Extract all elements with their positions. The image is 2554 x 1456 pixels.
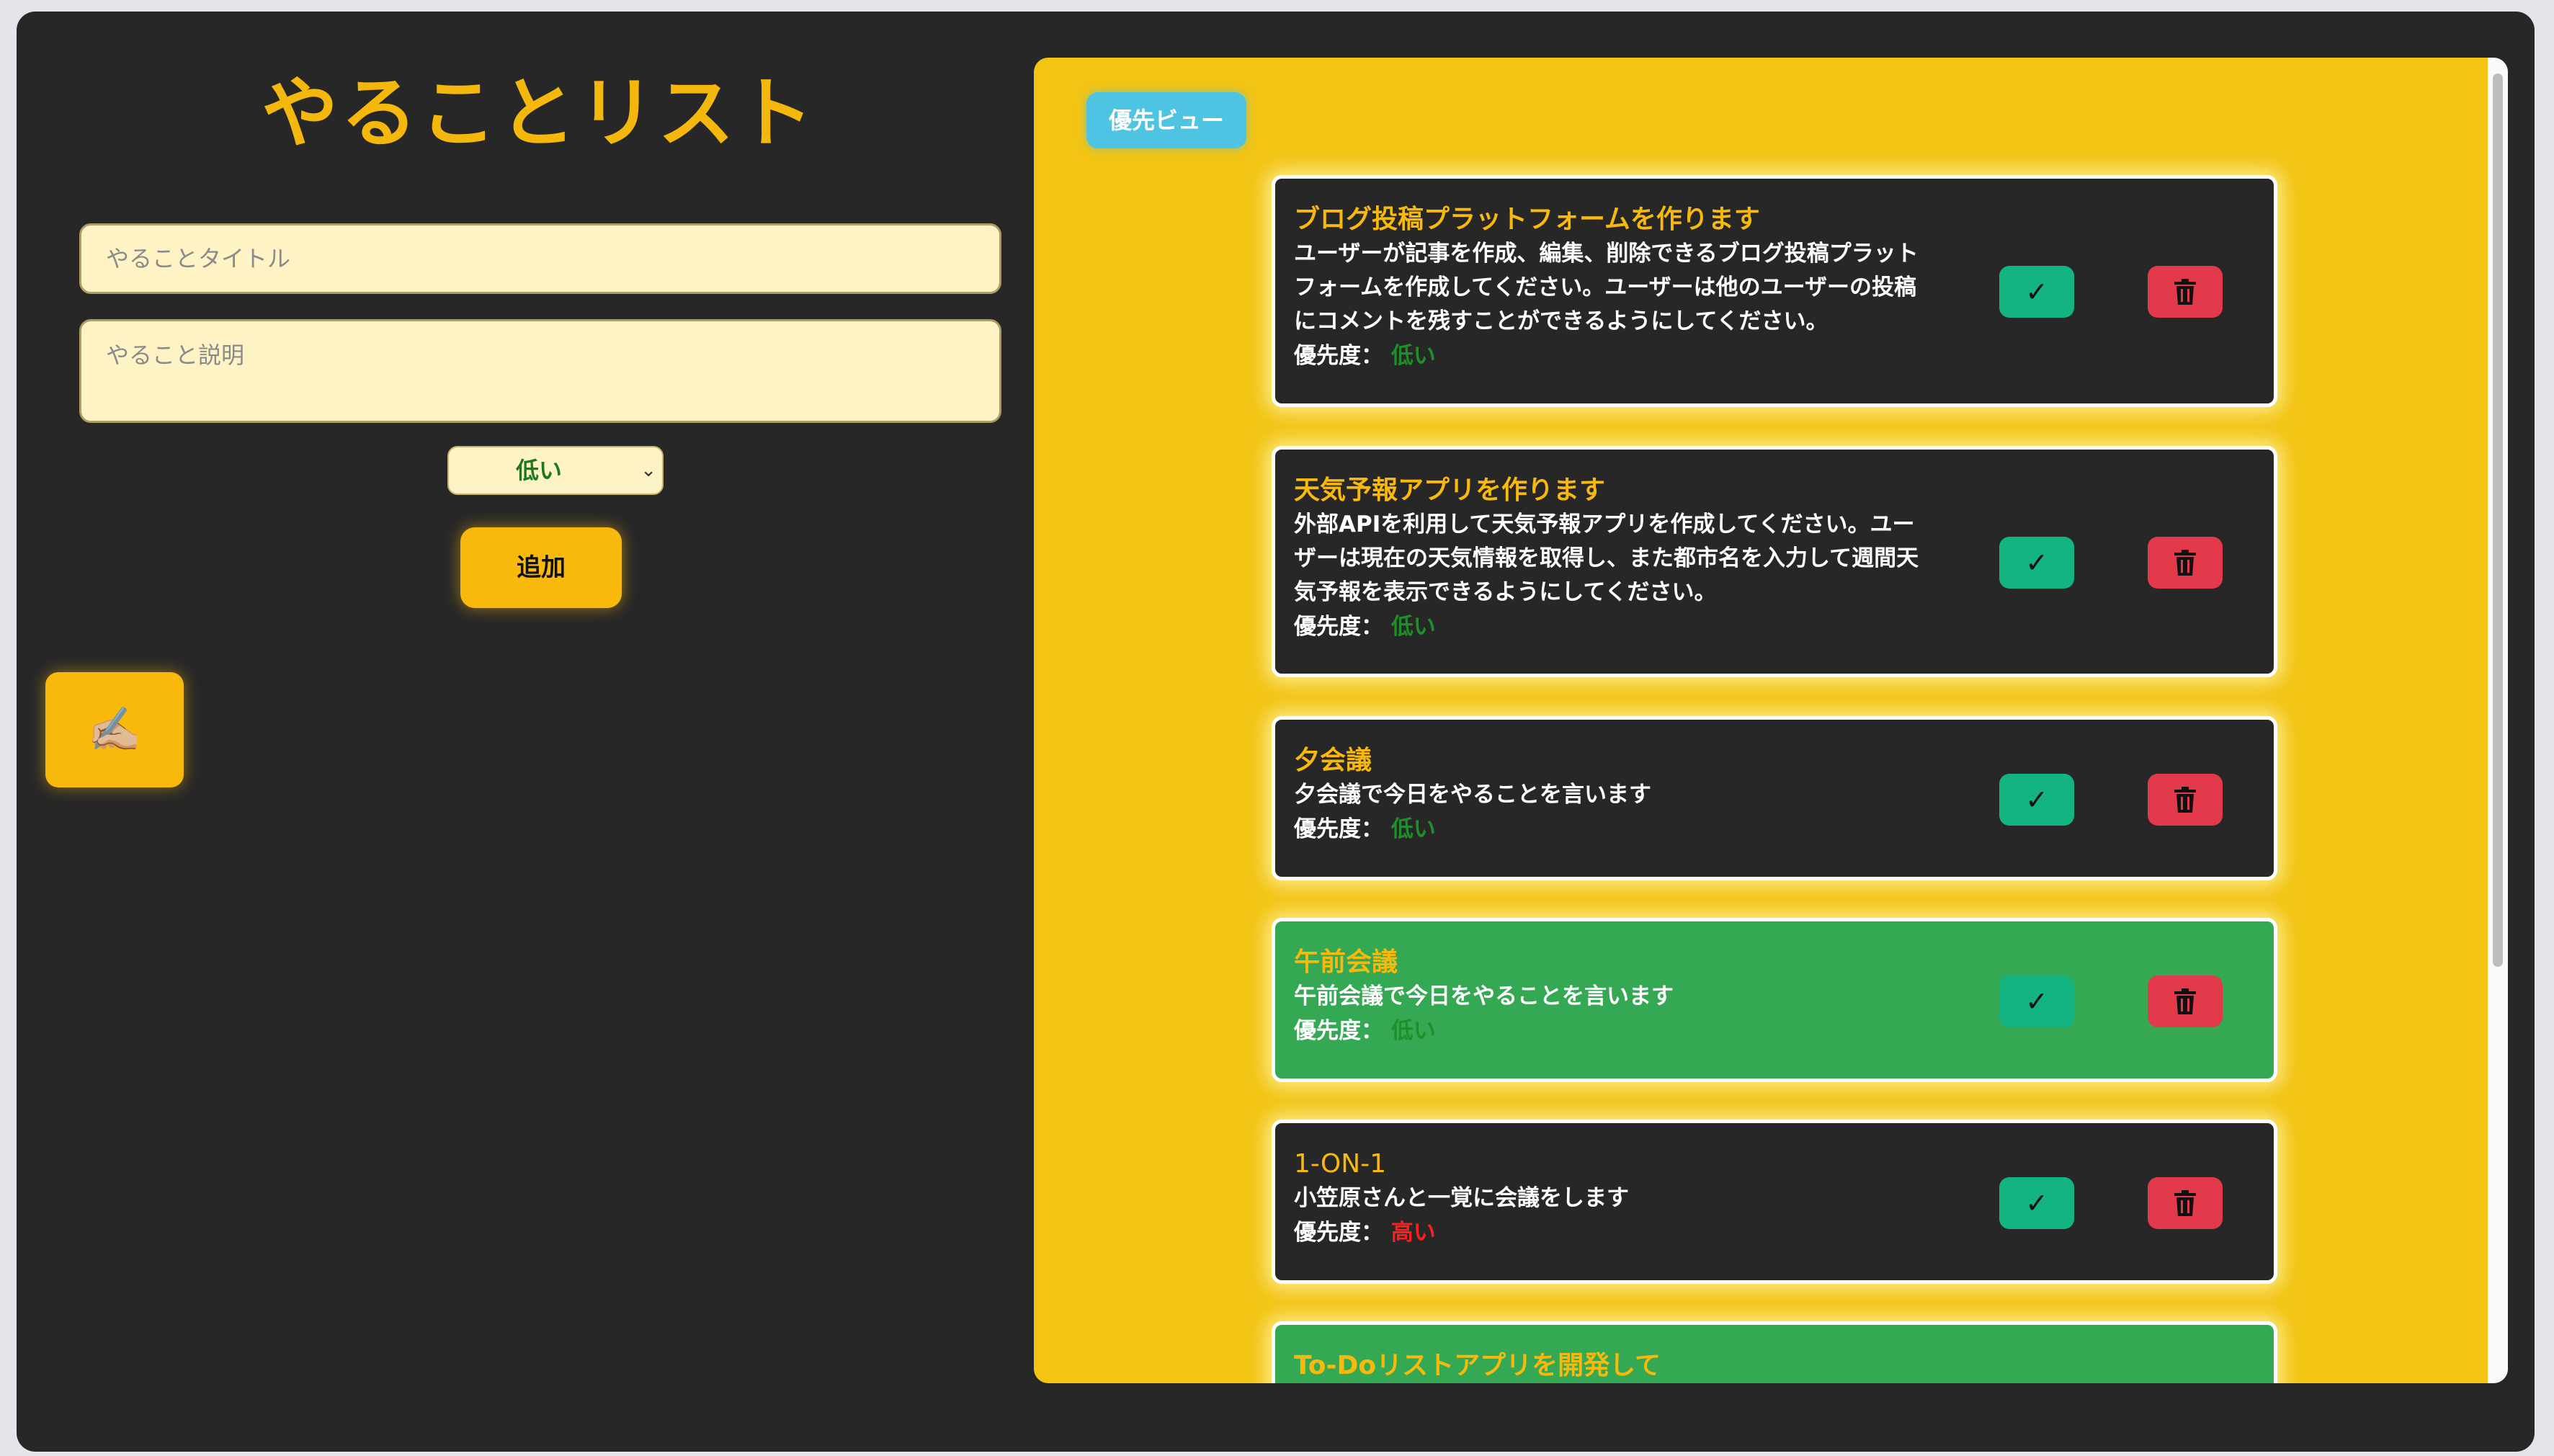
priority-select-value: 低い bbox=[515, 457, 562, 484]
priority-value: 低い bbox=[1390, 343, 1436, 369]
app-title: やることリスト bbox=[262, 69, 816, 158]
delete-button[interactable] bbox=[2148, 975, 2223, 1027]
delete-button[interactable] bbox=[2148, 774, 2223, 826]
todo-description: 外部APIを利用して天気予報アプリを作成してください。ユーザーは現在の天気情報を… bbox=[1294, 512, 1919, 605]
todo-card-text: ブログ投稿プラットフォームを作ります ユーザーが記事を作成、編集、削除できるブロ… bbox=[1294, 202, 1928, 373]
complete-button[interactable]: ✓ bbox=[1999, 1177, 2074, 1229]
todo-card-text: 午前会議 午前会議で今日をやることを言います 優先度： 低い bbox=[1294, 945, 1928, 1048]
check-icon: ✓ bbox=[2025, 784, 2048, 816]
todo-title: 夕会議 bbox=[1294, 746, 1372, 775]
priority-select[interactable]: 低い ⌄ bbox=[447, 446, 664, 495]
complete-button[interactable]: ✓ bbox=[1999, 266, 2074, 318]
complete-button[interactable]: ✓ bbox=[1999, 774, 2074, 826]
todo-title: 天気予報アプリを作ります bbox=[1294, 475, 1606, 505]
todo-card: ブログ投稿プラットフォームを作ります ユーザーが記事を作成、編集、削除できるブロ… bbox=[1272, 175, 2277, 407]
app-window: やることリスト 低い ⌄ 追加 ✍🏼 優先ビュー ブログ投稿プラットフォームを作… bbox=[17, 12, 2535, 1452]
trash-icon bbox=[2174, 1190, 2196, 1216]
check-icon: ✓ bbox=[2025, 276, 2048, 308]
priority-label: 優先度： bbox=[1294, 1018, 1383, 1044]
todo-card: 天気予報アプリを作ります 外部APIを利用して天気予報アプリを作成してください。… bbox=[1272, 446, 2277, 677]
todo-card-completed: To-Doリストアプリを開発して bbox=[1272, 1321, 2277, 1383]
priority-label: 優先度： bbox=[1294, 1220, 1383, 1246]
todo-card: 1-ON-1 小笠原さんと一覚に会議をします 優先度： 高い ✓ bbox=[1272, 1120, 2277, 1284]
priority-value: 低い bbox=[1390, 816, 1436, 842]
todo-card-completed: 午前会議 午前会議で今日をやることを言います 優先度： 低い ✓ bbox=[1272, 918, 2277, 1082]
todo-title: To-Doリストアプリを開発して bbox=[1294, 1351, 1661, 1380]
todo-card-text: To-Doリストアプリを開発して bbox=[1294, 1349, 1928, 1383]
priority-label: 優先度： bbox=[1294, 816, 1383, 842]
priority-value: 高い bbox=[1390, 1220, 1436, 1246]
todo-description-input[interactable] bbox=[79, 319, 1001, 423]
todo-title: 1-ON-1 bbox=[1294, 1149, 1387, 1179]
priority-value: 低い bbox=[1390, 1018, 1436, 1044]
todo-description: ユーザーが記事を作成、編集、削除できるブログ投稿プラットフォームを作成してくださ… bbox=[1294, 241, 1919, 334]
todo-priority: 優先度： 高い bbox=[1294, 1215, 1928, 1250]
delete-button[interactable] bbox=[2148, 1177, 2223, 1229]
check-icon: ✓ bbox=[2025, 1187, 2048, 1219]
trash-icon bbox=[2174, 787, 2196, 813]
priority-view-button[interactable]: 優先ビュー bbox=[1086, 92, 1246, 148]
delete-button[interactable] bbox=[2148, 537, 2223, 589]
delete-button[interactable] bbox=[2148, 266, 2223, 318]
scrollbar-thumb[interactable] bbox=[2493, 73, 2503, 967]
todo-card-text: 夕会議 夕会議で今日をやることを言います 優先度： 低い bbox=[1294, 743, 1928, 847]
trash-icon bbox=[2174, 550, 2196, 576]
todo-description: 小笠原さんと一覚に会議をします bbox=[1294, 1185, 1629, 1211]
todo-priority: 優先度： 低い bbox=[1294, 339, 1928, 373]
todo-priority: 優先度： 低い bbox=[1294, 812, 1928, 847]
todo-priority: 優先度： 低い bbox=[1294, 609, 1928, 644]
trash-icon bbox=[2174, 279, 2196, 305]
todo-card-text: 1-ON-1 小笠原さんと一覚に会議をします 優先度： 高い bbox=[1294, 1147, 1928, 1250]
writing-hand-button[interactable]: ✍🏼 bbox=[45, 672, 184, 787]
complete-button[interactable]: ✓ bbox=[1999, 537, 2074, 589]
todo-description: 夕会議で今日をやることを言います bbox=[1294, 782, 1651, 808]
add-button[interactable]: 追加 bbox=[460, 527, 622, 608]
todo-title-input[interactable] bbox=[79, 223, 1001, 294]
complete-button[interactable]: ✓ bbox=[1999, 975, 2074, 1027]
trash-icon bbox=[2174, 988, 2196, 1014]
todo-list-panel: 優先ビュー ブログ投稿プラットフォームを作ります ユーザーが記事を作成、編集、削… bbox=[1034, 58, 2508, 1383]
priority-label: 優先度： bbox=[1294, 343, 1383, 369]
todo-title: 午前会議 bbox=[1294, 947, 1398, 977]
priority-label: 優先度： bbox=[1294, 614, 1383, 640]
todo-card: 夕会議 夕会議で今日をやることを言います 優先度： 低い ✓ bbox=[1272, 716, 2277, 880]
priority-value: 低い bbox=[1390, 614, 1436, 640]
scrollbar[interactable] bbox=[2488, 58, 2508, 1383]
chevron-down-icon: ⌄ bbox=[640, 460, 656, 481]
check-icon: ✓ bbox=[2025, 986, 2048, 1017]
todo-priority: 優先度： 低い bbox=[1294, 1014, 1928, 1048]
writing-hand-icon: ✍🏼 bbox=[87, 705, 142, 755]
todo-title: ブログ投稿プラットフォームを作ります bbox=[1294, 205, 1760, 234]
todo-card-text: 天気予報アプリを作ります 外部APIを利用して天気予報アプリを作成してください。… bbox=[1294, 473, 1928, 644]
todo-description: 午前会議で今日をやることを言います bbox=[1294, 983, 1674, 1009]
check-icon: ✓ bbox=[2025, 547, 2048, 579]
